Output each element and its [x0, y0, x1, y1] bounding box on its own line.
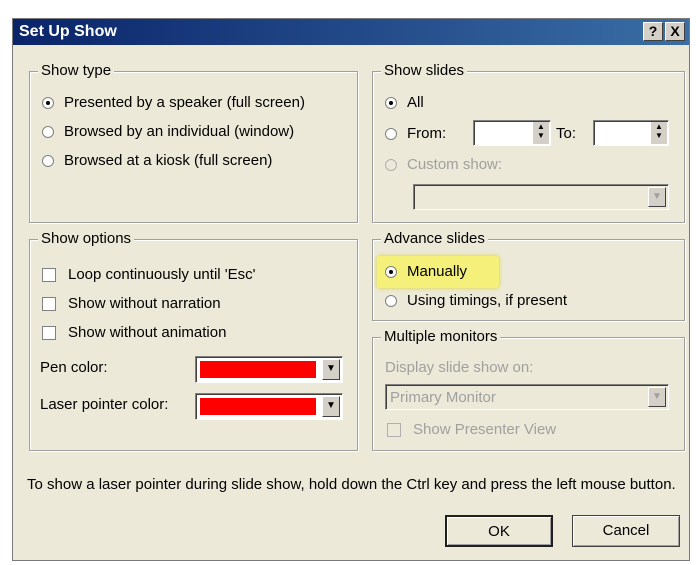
radio-button-icon[interactable] [385, 158, 397, 171]
custom-show-dropdown[interactable]: ▼ [413, 184, 669, 210]
show-options-title: Show options [38, 230, 135, 247]
laser-color-swatch [200, 398, 316, 415]
ok-button[interactable]: OK [445, 515, 553, 547]
radio-label: All [407, 94, 424, 111]
laser-pointer-color-dropdown[interactable]: ▼ [195, 393, 343, 420]
spin-arrows-icon[interactable]: ▲ ▼ [533, 122, 549, 144]
chevron-down-icon[interactable]: ▼ [648, 387, 666, 407]
checkbox-icon[interactable] [42, 296, 56, 311]
radio-presented-by-speaker[interactable]: Presented by a speaker (full screen) [42, 94, 305, 111]
show-slides-title: Show slides [381, 62, 468, 79]
monitor-dropdown[interactable]: Primary Monitor ▼ [385, 384, 669, 410]
radio-from-slides[interactable]: From: [385, 125, 446, 142]
checkbox-presenter-view[interactable]: Show Presenter View [387, 421, 556, 438]
checkbox-label: Show Presenter View [413, 421, 557, 438]
radio-label: Using timings, if present [407, 292, 568, 309]
radio-label: Browsed by an individual (window) [64, 123, 295, 140]
checkbox-without-narration[interactable]: Show without narration [42, 295, 221, 312]
show-type-group: Show type Presented by a speaker (full s… [29, 62, 358, 223]
radio-button-icon[interactable] [385, 294, 397, 307]
checkbox-label: Loop continuously until 'Esc' [68, 266, 256, 283]
radio-button-icon[interactable] [385, 127, 397, 140]
dialog-title: Set Up Show [19, 23, 117, 40]
spin-arrows-icon[interactable]: ▲ ▼ [651, 122, 667, 144]
to-slide-input[interactable]: ▲ ▼ [593, 120, 669, 146]
pen-color-swatch [200, 361, 316, 378]
radio-all-slides[interactable]: All [385, 94, 424, 111]
help-icon[interactable]: ? [643, 22, 663, 41]
radio-label: Presented by a speaker (full screen) [64, 94, 305, 111]
pen-color-dropdown[interactable]: ▼ [195, 356, 343, 383]
laser-pointer-info: To show a laser pointer during slide sho… [27, 476, 676, 493]
checkbox-loop-continuously[interactable]: Loop continuously until 'Esc' [42, 266, 256, 283]
multiple-monitors-title: Multiple monitors [381, 328, 501, 345]
from-label: From: [407, 125, 447, 142]
radio-custom-show[interactable]: Custom show: [385, 156, 502, 173]
radio-button-icon[interactable] [385, 96, 397, 109]
custom-show-label: Custom show: [407, 156, 503, 173]
laser-pointer-color-label: Laser pointer color: [40, 396, 169, 413]
multiple-monitors-group: Multiple monitors Display slide show on:… [372, 328, 685, 451]
advance-slides-group: Advance slides Manually Using timings, i… [372, 230, 685, 321]
radio-label: Browsed at a kiosk (full screen) [64, 152, 273, 169]
checkbox-label: Show without animation [68, 324, 227, 341]
radio-browsed-at-kiosk[interactable]: Browsed at a kiosk (full screen) [42, 152, 272, 169]
title-bar: Set Up Show ? X [13, 19, 689, 45]
show-options-group: Show options Loop continuously until 'Es… [29, 230, 358, 451]
display-slide-show-label: Display slide show on: [385, 359, 534, 376]
to-label: To: [556, 125, 577, 142]
pen-color-label: Pen color: [40, 359, 108, 376]
radio-button-icon[interactable] [42, 96, 54, 109]
radio-using-timings[interactable]: Using timings, if present [385, 292, 567, 309]
close-icon[interactable]: X [665, 22, 685, 41]
cancel-button[interactable]: Cancel [572, 515, 680, 547]
monitor-value: Primary Monitor [390, 389, 496, 406]
radio-button-icon[interactable] [385, 265, 397, 278]
set-up-show-dialog: Set Up Show ? X Show type Presented by a… [12, 18, 690, 561]
radio-button-icon[interactable] [42, 125, 54, 138]
checkbox-label: Show without narration [68, 295, 221, 312]
show-type-title: Show type [38, 62, 115, 79]
show-slides-group: Show slides All From: ▲ ▼ To: ▲ ▼ Custom s… [372, 62, 685, 223]
checkbox-icon[interactable] [42, 325, 56, 340]
advance-slides-title: Advance slides [381, 230, 488, 247]
chevron-down-icon[interactable]: ▼ [648, 187, 666, 207]
radio-browsed-by-individual[interactable]: Browsed by an individual (window) [42, 123, 294, 140]
checkbox-icon[interactable] [387, 422, 401, 437]
checkbox-without-animation[interactable]: Show without animation [42, 324, 226, 341]
chevron-down-icon[interactable]: ▼ [322, 396, 340, 417]
radio-button-icon[interactable] [42, 154, 54, 167]
chevron-down-icon[interactable]: ▼ [322, 359, 340, 380]
checkbox-icon[interactable] [42, 267, 56, 282]
from-slide-input[interactable]: ▲ ▼ [473, 120, 551, 146]
radio-label: Manually [407, 263, 468, 280]
radio-manually[interactable]: Manually [385, 263, 467, 280]
